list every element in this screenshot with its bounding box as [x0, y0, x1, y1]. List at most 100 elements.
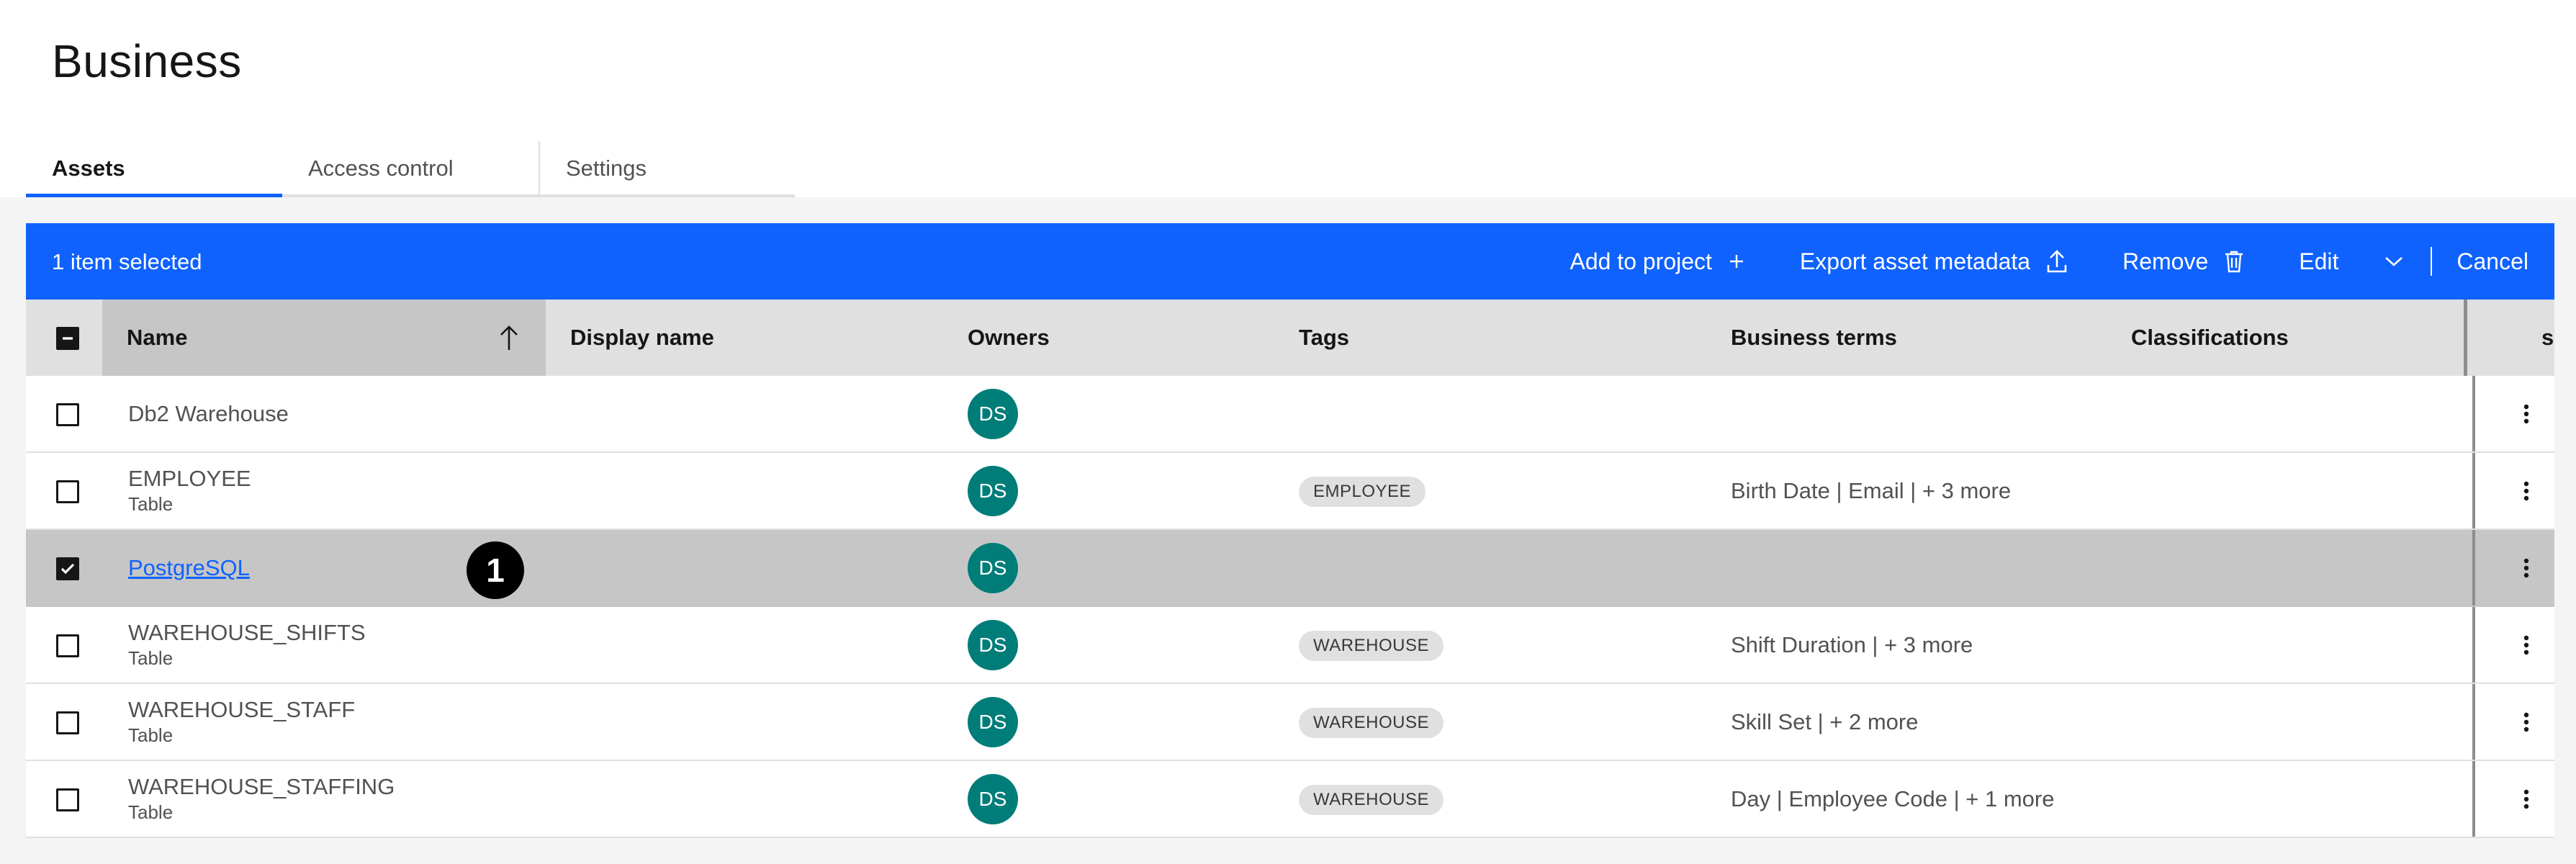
remove-button[interactable]: Remove: [2095, 223, 2271, 300]
select-all-checkbox[interactable]: [56, 327, 79, 350]
table-row[interactable]: EMPLOYEE Table DS EMPLOYEE Birth Date | …: [26, 453, 2554, 530]
add-icon: [1729, 255, 1743, 268]
asset-name-cell: WAREHOUSE_STAFFING Table: [128, 761, 395, 837]
owner-avatar[interactable]: DS: [968, 774, 1018, 824]
asset-name: WAREHOUSE_SHIFTS: [128, 620, 366, 645]
cancel-button[interactable]: Cancel: [2432, 223, 2554, 300]
add-to-project-label: Add to project: [1570, 248, 1712, 274]
asset-name: WAREHOUSE_STAFFING: [128, 774, 395, 799]
asset-name-cell: Db2 Warehouse: [128, 376, 289, 451]
overflow-menu-icon: [2523, 481, 2529, 501]
overflow-menu-button[interactable]: [2503, 390, 2550, 438]
business-terms: Birth Date | Email | + 3 more: [1731, 477, 2012, 503]
tab-assets[interactable]: Assets: [26, 141, 282, 197]
asset-type: Table: [128, 647, 174, 669]
indeterminate-icon: [63, 337, 73, 340]
asset-name-cell: WAREHOUSE_STAFF Table: [128, 684, 355, 760]
table-row[interactable]: Db2 Warehouse DS: [26, 376, 2554, 453]
overflow-menu-button[interactable]: [2503, 467, 2550, 515]
asset-type: Table: [128, 724, 174, 746]
tag-chip: WAREHOUSE: [1299, 785, 1444, 815]
export-metadata-button[interactable]: Export asset metadata: [1773, 223, 2095, 300]
business-terms: Skill Set | + 2 more: [1731, 708, 1919, 734]
batch-action-bar: 1 item selected Add to project Export as…: [26, 223, 2554, 300]
column-header-owners[interactable]: Owners: [968, 300, 1050, 376]
column-header-business-terms[interactable]: Business terms: [1731, 300, 1897, 376]
overflow-menu-button[interactable]: [2503, 621, 2550, 669]
asset-name-cell: EMPLOYEE Table: [128, 453, 251, 528]
remove-label: Remove: [2122, 248, 2209, 274]
asset-type: Table: [128, 801, 174, 823]
overflow-menu-icon: [2523, 404, 2529, 424]
row-checkbox[interactable]: [56, 480, 79, 503]
column-header-classifications[interactable]: Classifications: [2131, 300, 2289, 376]
sticky-column-divider: [2472, 684, 2475, 760]
overflow-menu-button[interactable]: [2503, 544, 2550, 592]
table-row-selected[interactable]: PostgreSQL DS: [26, 530, 2554, 607]
asset-name: Db2 Warehouse: [128, 400, 289, 426]
upload-icon: [2047, 250, 2067, 273]
asset-name-cell: WAREHOUSE_SHIFTS Table: [128, 607, 366, 683]
sticky-column-divider: [2472, 530, 2475, 606]
sticky-column-divider: [2472, 453, 2475, 528]
sticky-column-divider: [2464, 300, 2467, 376]
asset-name: WAREHOUSE_STAFF: [128, 697, 356, 722]
chevron-down-icon: [2385, 257, 2403, 266]
row-checkbox[interactable]: [56, 557, 79, 580]
add-to-project-button[interactable]: Add to project: [1542, 223, 1772, 300]
export-metadata-label: Export asset metadata: [1799, 248, 2031, 274]
tab-list: Assets Access control Settings: [26, 141, 795, 197]
arrow-up-icon[interactable]: [498, 324, 520, 351]
owner-avatar[interactable]: DS: [968, 620, 1018, 670]
callout-badge: 1: [467, 541, 524, 599]
table-row[interactable]: WAREHOUSE_STAFFING Table DS WAREHOUSE Da…: [26, 761, 2554, 838]
owner-avatar[interactable]: DS: [968, 697, 1018, 747]
overflow-menu-button[interactable]: [2503, 698, 2550, 746]
trash-icon: [2225, 251, 2243, 273]
column-divider: [544, 300, 546, 376]
tag-chip: EMPLOYEE: [1299, 477, 1426, 507]
owner-avatar[interactable]: DS: [968, 389, 1018, 439]
column-header-tags[interactable]: Tags: [1299, 300, 1349, 376]
overflow-menu-button[interactable]: [2503, 775, 2550, 823]
row-checkbox[interactable]: [56, 788, 79, 811]
asset-name: EMPLOYEE: [128, 466, 251, 491]
business-terms: Shift Duration | + 3 more: [1731, 631, 1973, 657]
column-header-truncated: s: [2541, 325, 2554, 350]
batch-actions: Add to project Export asset metadata Rem…: [1542, 223, 2554, 300]
asset-type: Table: [128, 493, 174, 515]
column-header-display-name[interactable]: Display name: [570, 300, 714, 376]
edit-label: Edit: [2299, 248, 2339, 274]
asset-name-cell: PostgreSQL: [128, 530, 250, 606]
page-title: Business: [52, 35, 242, 87]
sticky-column-divider: [2472, 376, 2475, 451]
table-row[interactable]: WAREHOUSE_STAFF Table DS WAREHOUSE Skill…: [26, 684, 2554, 761]
overflow-menu-icon: [2523, 712, 2529, 732]
column-header-name[interactable]: Name: [102, 300, 546, 376]
overflow-menu-icon: [2523, 558, 2529, 578]
row-checkbox[interactable]: [56, 403, 79, 426]
tag-chip: WAREHOUSE: [1299, 708, 1444, 738]
cancel-label: Cancel: [2456, 248, 2528, 274]
asset-name-link[interactable]: PostgreSQL: [128, 555, 250, 581]
business-terms: Day | Employee Code | + 1 more: [1731, 786, 2055, 811]
overflow-menu-icon: [2523, 789, 2529, 809]
table-header: Name Display name Owners Tags Business t…: [26, 300, 2554, 376]
owner-avatar[interactable]: DS: [968, 543, 1018, 593]
page-header: Business Assets Access control Settings: [0, 0, 2576, 197]
tab-settings[interactable]: Settings: [539, 141, 795, 197]
owner-avatar[interactable]: DS: [968, 466, 1018, 516]
row-checkbox[interactable]: [56, 634, 79, 657]
table-row[interactable]: WAREHOUSE_SHIFTS Table DS WAREHOUSE Shif…: [26, 607, 2554, 684]
column-name-label: Name: [127, 325, 188, 350]
tag-chip: WAREHOUSE: [1299, 631, 1444, 661]
row-checkbox[interactable]: [56, 711, 79, 734]
assets-table: Name Display name Owners Tags Business t…: [26, 300, 2554, 838]
sticky-column-divider: [2472, 607, 2475, 683]
sticky-column-divider: [2472, 761, 2475, 837]
checkmark-icon: [60, 563, 75, 575]
overflow-menu-icon: [2523, 635, 2529, 655]
tab-access-control[interactable]: Access control: [282, 141, 539, 197]
edit-button[interactable]: Edit: [2271, 223, 2431, 300]
selected-count: 1 item selected: [52, 249, 202, 274]
